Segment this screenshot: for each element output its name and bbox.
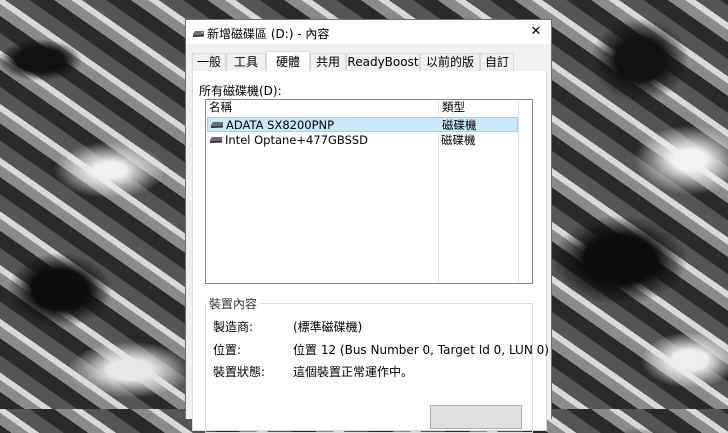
list-item[interactable]: ADATA SX8200PNP 磁碟機 xyxy=(207,117,518,132)
window-title: 新增磁碟區 (D:) - 內容 xyxy=(207,27,330,41)
tab-readyboost[interactable]: ReadyBoost xyxy=(346,53,420,71)
disk-drive-icon xyxy=(209,133,223,148)
list-item[interactable]: Intel Optane+477GBSSD 磁碟機 xyxy=(207,133,518,148)
list-header: 名稱 類型 xyxy=(206,100,532,116)
column-header-name[interactable]: 名稱 xyxy=(206,100,439,116)
location-label: 位置: xyxy=(213,343,242,357)
device-properties-title: 裝置內容 xyxy=(206,295,261,312)
tab-sharing[interactable]: 共用 xyxy=(310,53,346,71)
disk-name: Intel Optane+477GBSSD xyxy=(225,133,369,147)
location-value: 位置 12 (Bus Number 0, Target Id 0, LUN 0) xyxy=(293,343,549,357)
disk-drive-icon xyxy=(210,118,224,133)
tab-strip: 一般 工具 硬體 共用 ReadyBoost 以前的版本 自訂 xyxy=(192,51,547,86)
device-status-label: 裝置狀態: xyxy=(213,365,266,379)
tab-tools[interactable]: 工具 xyxy=(226,53,266,71)
tab-hardware[interactable]: 硬體 xyxy=(266,51,310,72)
close-button[interactable]: ✕ xyxy=(521,20,551,44)
manufacturer-label: 製造商: xyxy=(213,320,254,334)
disk-list[interactable]: 名稱 類型 ADATA SX8200PNP 磁碟機 Intel Optane+4… xyxy=(205,99,533,284)
properties-window: 新增磁碟區 (D:) - 內容 ✕ 一般 工具 硬體 共用 ReadyBoost… xyxy=(185,19,552,433)
tab-customize[interactable]: 自訂 xyxy=(480,53,514,71)
disk-type: 磁碟機 xyxy=(441,133,476,147)
disk-type: 磁碟機 xyxy=(442,118,477,132)
drive-icon xyxy=(192,27,205,41)
all-disks-label: 所有磁碟機(D): xyxy=(199,84,282,98)
title-bar[interactable]: 新增磁碟區 (D:) - 內容 ✕ xyxy=(186,20,551,44)
disk-name: ADATA SX8200PNP xyxy=(226,118,335,132)
device-status-value: 這個裝置正常運作中。 xyxy=(293,365,414,379)
column-header-type[interactable]: 類型 xyxy=(439,100,519,116)
tab-previous-versions[interactable]: 以前的版本 xyxy=(420,53,480,86)
manufacturer-value: (標準磁碟機) xyxy=(293,320,363,334)
tab-general[interactable]: 一般 xyxy=(192,53,226,71)
column-divider xyxy=(518,100,519,283)
